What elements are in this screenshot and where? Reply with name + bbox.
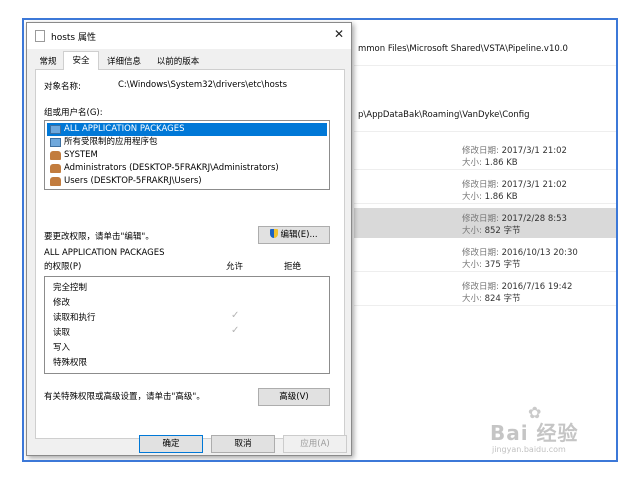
file-size: 大小: 1.86 KB — [462, 158, 518, 168]
path-text: mmon Files\Microsoft Shared\VSTA\Pipelin… — [358, 44, 568, 54]
allow-header: 允许 — [226, 262, 244, 272]
cancel-button[interactable]: 取消 — [211, 435, 275, 453]
package-icon — [50, 125, 61, 134]
ok-button[interactable]: 确定 — [139, 435, 203, 453]
edit-button[interactable]: 编辑(E)... — [258, 226, 330, 244]
object-name-value: C:\Windows\System32\drivers\etc\hosts — [118, 80, 288, 90]
explorer-path-row[interactable]: mmon Files\Microsoft Shared\VSTA\Pipelin… — [354, 36, 616, 66]
object-name-label: 对象名称: — [44, 82, 81, 92]
dialog-titlebar[interactable]: hosts 属性 ✕ — [27, 23, 351, 49]
dialog-title: hosts 属性 — [51, 33, 96, 43]
file-row[interactable]: 修改日期: 2016/10/13 20:30 大小: 375 字节 — [354, 242, 616, 272]
explorer-file-list: mmon Files\Microsoft Shared\VSTA\Pipelin… — [354, 20, 616, 460]
permission-row: 特殊权限 — [53, 358, 88, 368]
group-users-label: 组或用户名(G): — [44, 108, 103, 118]
file-size: 大小: 852 字节 — [462, 226, 521, 236]
watermark-url: jingyan.baidu.com — [492, 445, 566, 454]
edit-hint: 要更改权限，请单击"编辑"。 — [44, 232, 154, 242]
tab-security[interactable]: 安全 — [63, 51, 99, 70]
close-button[interactable]: ✕ — [327, 23, 351, 45]
permission-row: 修改 — [53, 298, 71, 308]
package-icon — [50, 138, 61, 147]
principal-list[interactable]: ALL APPLICATION PACKAGES 所有受限制的应用程序包 SYS… — [44, 120, 330, 190]
users-icon — [50, 151, 61, 160]
list-item[interactable]: 所有受限制的应用程序包 — [47, 136, 327, 149]
deny-header: 拒绝 — [284, 262, 302, 272]
file-row[interactable]: 修改日期: 2017/3/1 21:02 大小: 1.86 KB — [354, 140, 616, 170]
check-icon: ✓ — [231, 325, 240, 336]
list-item[interactable]: Administrators (DESKTOP-5FRAKRJ\Administ… — [47, 162, 327, 175]
file-size: 大小: 824 字节 — [462, 294, 521, 304]
apply-button[interactable]: 应用(A) — [283, 435, 347, 453]
permissions-list[interactable]: 完全控制 修改 读取和执行 ✓ 读取 ✓ 写入 特殊权限 — [44, 276, 330, 374]
modified-date: 修改日期: 2016/7/16 19:42 — [462, 282, 573, 292]
file-row[interactable]: 修改日期: 2017/3/1 21:02 大小: 1.86 KB — [354, 174, 616, 204]
tab-previous-versions[interactable]: 以前的版本 — [149, 53, 207, 69]
file-icon — [35, 30, 45, 42]
list-item[interactable]: SYSTEM — [47, 149, 327, 162]
file-row[interactable]: 修改日期: 2016/7/16 19:42 大小: 824 字节 — [354, 276, 616, 306]
permission-row: 读取 ✓ — [53, 325, 240, 338]
modified-date: 修改日期: 2017/2/28 8:53 — [462, 214, 567, 224]
permissions-for-label: 的权限(P) — [44, 262, 82, 272]
path-text: p\AppDataBak\Roaming\VanDyke\Config — [358, 110, 530, 120]
modified-date: 修改日期: 2017/3/1 21:02 — [462, 146, 567, 156]
list-item[interactable]: Users (DESKTOP-5FRAKRJ\Users) — [47, 175, 327, 188]
watermark-logo: ✿ Bai 经验 jingyan.baidu.com — [470, 395, 618, 461]
file-row-selected[interactable]: 修改日期: 2017/2/28 8:53 大小: 852 字节 — [354, 208, 616, 238]
advanced-hint: 有关特殊权限或高级设置，请单击"高级"。 — [44, 392, 205, 402]
permission-row: 完全控制 — [53, 283, 88, 293]
permission-row: 写入 — [53, 343, 71, 353]
file-size: 大小: 375 字节 — [462, 260, 521, 270]
tab-details[interactable]: 详细信息 — [101, 53, 147, 69]
shield-icon — [270, 229, 279, 238]
permission-row: 读取和执行 ✓ — [53, 310, 240, 323]
file-size: 大小: 1.86 KB — [462, 192, 518, 202]
check-icon: ✓ — [231, 310, 240, 321]
explorer-path-row[interactable]: p\AppDataBak\Roaming\VanDyke\Config — [354, 102, 616, 132]
modified-date: 修改日期: 2016/10/13 20:30 — [462, 248, 578, 258]
advanced-button[interactable]: 高级(V) — [258, 388, 330, 406]
users-icon — [50, 177, 61, 186]
watermark-text: Bai 经验 — [490, 421, 579, 445]
permissions-for-label: ALL APPLICATION PACKAGES — [44, 248, 165, 258]
properties-dialog: hosts 属性 ✕ 常规 安全 详细信息 以前的版本 对象名称: C:\Win… — [26, 22, 352, 456]
list-item[interactable]: ALL APPLICATION PACKAGES — [47, 123, 327, 136]
modified-date: 修改日期: 2017/3/1 21:02 — [462, 180, 567, 190]
tab-general[interactable]: 常规 — [35, 53, 61, 69]
users-icon — [50, 164, 61, 173]
security-panel: 对象名称: C:\Windows\System32\drivers\etc\ho… — [35, 69, 345, 439]
